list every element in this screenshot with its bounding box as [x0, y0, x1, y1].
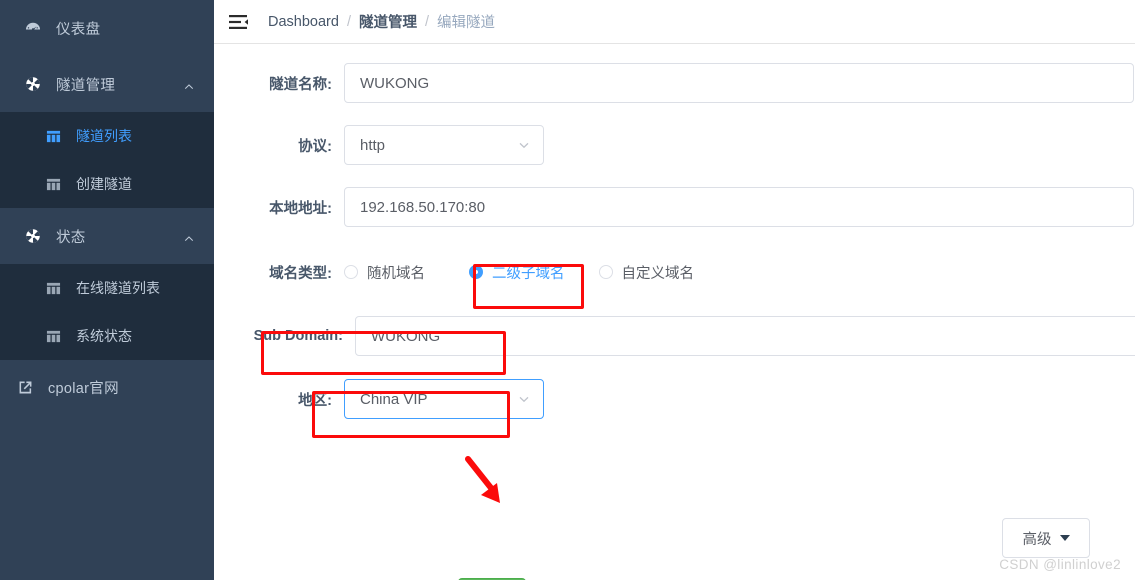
- sidebar-item-label: 隧道管理: [56, 77, 116, 94]
- breadcrumb-item-dashboard[interactable]: Dashboard: [268, 14, 339, 30]
- region-label: 地区:: [298, 392, 332, 409]
- advanced-button-label: 高级: [1022, 531, 1052, 548]
- form-row-sub-domain: Sub Domain:: [214, 316, 1135, 356]
- domain-type-radio-group: 随机域名 二级子域名 自定义域名: [344, 262, 1135, 283]
- breadcrumb-item-tunnel-management[interactable]: 隧道管理: [359, 11, 417, 32]
- local-address-input[interactable]: [344, 187, 1134, 227]
- sidebar-item-label: cpolar官网: [48, 380, 119, 397]
- chevron-up-icon: [184, 79, 194, 90]
- caret-down-icon: [1059, 535, 1070, 541]
- hamburger-collapse-icon[interactable]: [228, 12, 248, 32]
- submenu-status: 在线隧道列表 系统状态: [0, 264, 214, 360]
- breadcrumb-separator: /: [346, 13, 351, 30]
- compass-circle-icon: [22, 225, 44, 247]
- sidebar-item-label: 状态: [56, 229, 86, 246]
- tunnel-name-label: 隧道名称:: [269, 76, 332, 93]
- radio-label: 二级子域名: [492, 265, 565, 282]
- radio-label: 自定义域名: [621, 265, 695, 282]
- sub-domain-input[interactable]: [355, 316, 1135, 356]
- radio-random-domain[interactable]: 随机域名: [344, 262, 425, 283]
- protocol-label: 协议:: [298, 138, 332, 155]
- radio-dot-icon: [469, 265, 483, 279]
- domain-type-label: 域名类型:: [269, 265, 332, 282]
- dashboard-gauge-icon: [22, 17, 44, 39]
- breadcrumb-item-current: 编辑隧道: [437, 15, 495, 31]
- sidebar-item-label: 仪表盘: [56, 21, 101, 38]
- protocol-select-value: http: [360, 136, 386, 154]
- advanced-button[interactable]: 高级: [1002, 518, 1090, 558]
- navbar: Dashboard / 隧道管理 / 编辑隧道: [214, 0, 1135, 44]
- red-arrow-icon: [464, 455, 510, 516]
- tunnel-name-input[interactable]: [344, 63, 1134, 103]
- sidebar-item-system-status[interactable]: 系统状态: [0, 312, 214, 360]
- form-row-domain-type: 域名类型: 随机域名 二级子域名 自定义域名: [214, 257, 1135, 287]
- grid-table-icon: [44, 127, 62, 145]
- app-root: 仪表盘 隧道管理 隧道列表 创建隧道 状态 在线隧道列表 系统状态 cpolar…: [0, 0, 1135, 580]
- submenu-tunnel-management: 隧道列表 创建隧道: [0, 112, 214, 208]
- sidebar-item-dashboard[interactable]: 仪表盘: [0, 0, 214, 56]
- sidebar-item-label: 创建隧道: [76, 176, 132, 192]
- form-row-region: 地区: China VIP: [214, 379, 1135, 419]
- breadcrumb-separator: /: [424, 13, 429, 30]
- sidebar-item-label: 在线隧道列表: [76, 280, 160, 296]
- chevron-down-icon: [517, 392, 531, 406]
- chevron-up-icon: [184, 231, 194, 242]
- region-select[interactable]: China VIP: [344, 379, 544, 419]
- breadcrumb: Dashboard / 隧道管理 / 编辑隧道: [268, 11, 495, 32]
- sidebar-item-status[interactable]: 状态: [0, 208, 214, 264]
- form-row-tunnel-name: 隧道名称:: [214, 63, 1135, 103]
- radio-custom-domain[interactable]: 自定义域名: [598, 262, 695, 283]
- grid-table-icon: [44, 279, 62, 297]
- form-row-protocol: 协议: http: [214, 125, 1135, 165]
- protocol-select[interactable]: http: [344, 125, 544, 165]
- form-row-local-address: 本地地址:: [214, 187, 1135, 227]
- sidebar-item-cpolar-site[interactable]: cpolar官网: [0, 360, 214, 414]
- external-link-icon: [14, 376, 36, 398]
- sidebar-item-label: 隧道列表: [76, 128, 132, 144]
- region-select-value: China VIP: [360, 390, 428, 408]
- radio-dot-icon: [598, 265, 613, 279]
- sidebar-item-create-tunnel[interactable]: 创建隧道: [0, 160, 214, 208]
- grid-table-icon: [44, 175, 62, 193]
- radio-sub-domain[interactable]: 二级子域名: [469, 262, 565, 283]
- compass-circle-icon: [22, 73, 44, 95]
- sidebar: 仪表盘 隧道管理 隧道列表 创建隧道 状态 在线隧道列表 系统状态 cpolar…: [0, 0, 214, 580]
- sub-domain-label: Sub Domain:: [253, 328, 343, 344]
- sidebar-item-label: 系统状态: [76, 328, 132, 344]
- local-address-label: 本地地址:: [269, 200, 332, 217]
- sidebar-item-tunnel-management[interactable]: 隧道管理: [0, 56, 214, 112]
- chevron-down-icon: [517, 138, 531, 152]
- radio-dot-icon: [344, 265, 358, 279]
- grid-table-icon: [44, 327, 62, 345]
- radio-label: 随机域名: [367, 265, 425, 282]
- main-content: Dashboard / 隧道管理 / 编辑隧道 隧道名称: 协议:: [214, 0, 1135, 580]
- sidebar-item-tunnel-list[interactable]: 隧道列表: [0, 112, 214, 160]
- sidebar-item-online-tunnel-list[interactable]: 在线隧道列表: [0, 264, 214, 312]
- edit-tunnel-form: 隧道名称: 协议: http: [214, 63, 1135, 580]
- csdn-watermark: CSDN @linlinlove2: [999, 557, 1121, 572]
